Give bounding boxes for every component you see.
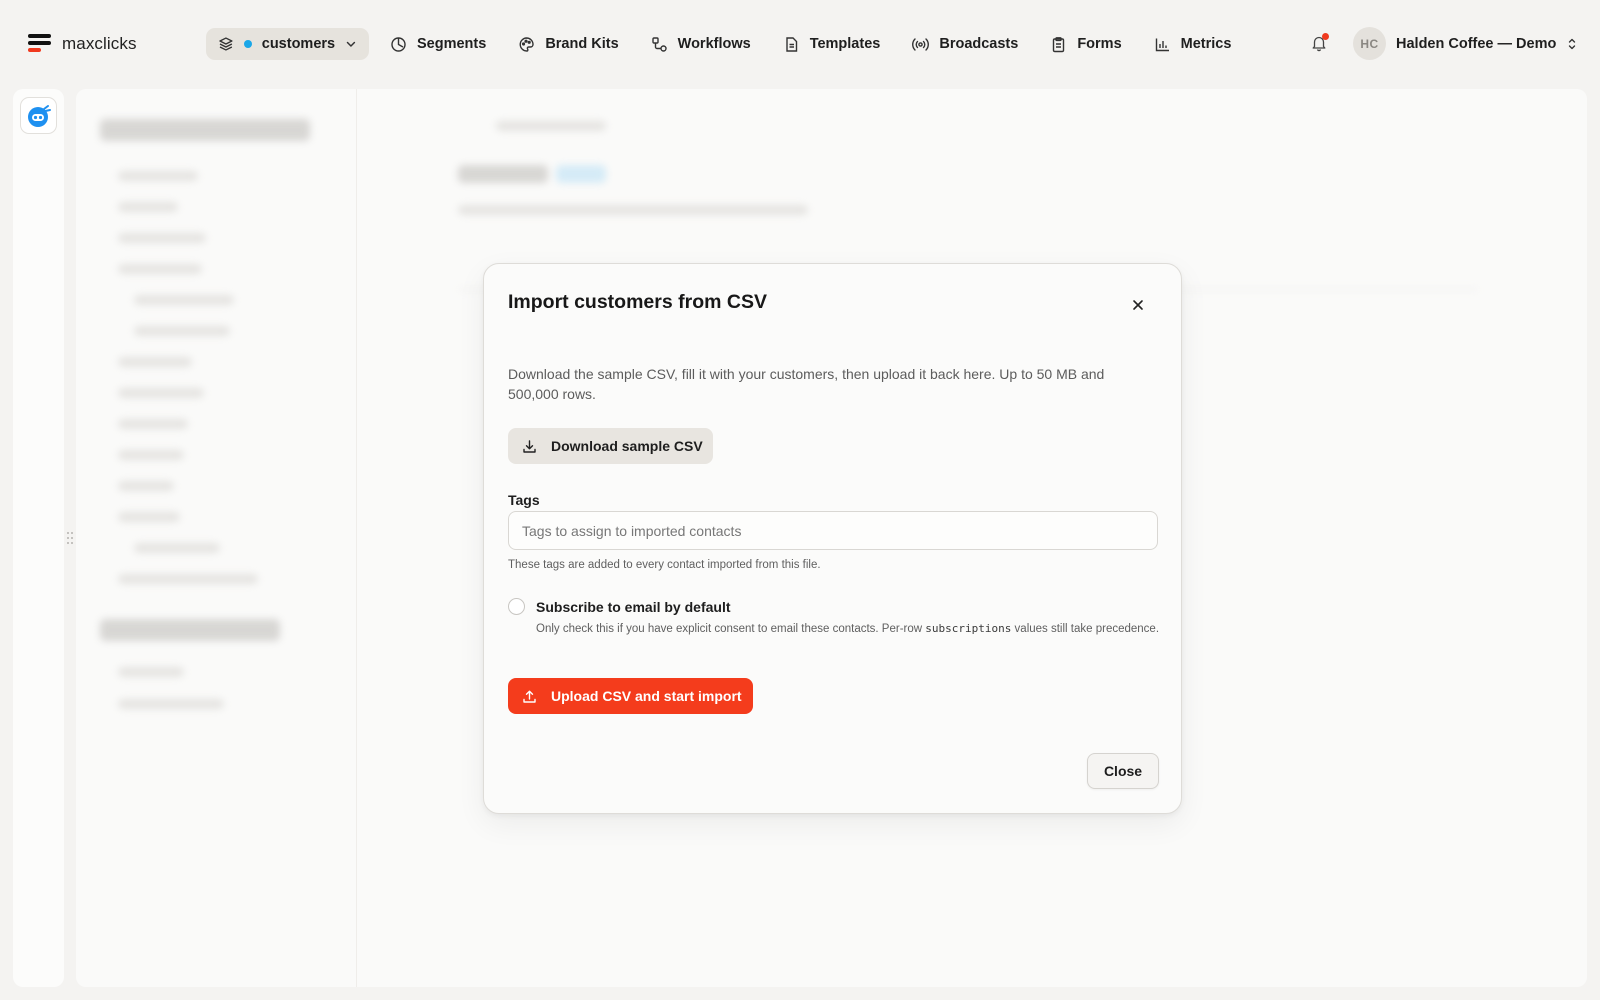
logo-mark-icon <box>28 34 52 54</box>
upload-csv-button[interactable]: Upload CSV and start import <box>508 678 753 714</box>
download-sample-csv-label: Download sample CSV <box>551 438 703 454</box>
broadcast-icon <box>912 37 930 51</box>
palette-icon <box>519 36 535 52</box>
nav-metrics[interactable]: Metrics <box>1154 36 1232 53</box>
bar-chart-icon <box>1155 38 1169 51</box>
nav-label: Segments <box>417 36 487 52</box>
nav-workflows[interactable]: Workflows <box>651 36 751 53</box>
subscriptions-code: subscriptions <box>925 622 1012 635</box>
top-bar: maxclicks customers Segments Brand Kits … <box>0 0 1600 88</box>
nav-label: Metrics <box>1180 36 1232 52</box>
workspace-switcher[interactable]: customers <box>206 28 369 60</box>
close-button[interactable]: Close <box>1087 753 1159 789</box>
close-icon[interactable] <box>1131 298 1145 312</box>
nav-segments[interactable]: Segments <box>390 36 486 53</box>
nav-label: Forms <box>1077 36 1122 52</box>
dialog-title: Import customers from CSV <box>508 291 767 313</box>
assistant-app-button[interactable] <box>20 97 57 134</box>
robot-assistant-icon <box>27 104 51 127</box>
segments-icon <box>391 36 406 52</box>
notifications-button[interactable] <box>1310 33 1330 54</box>
tags-input[interactable] <box>508 511 1158 550</box>
avatar: HC <box>1353 27 1386 60</box>
notification-badge <box>1322 33 1329 40</box>
subscribe-help-text: Only check this if you have explicit con… <box>536 621 1161 637</box>
subscribe-help-after: values still take precedence. <box>1011 623 1160 635</box>
tags-help-text: These tags are added to every contact im… <box>508 559 821 571</box>
workflow-icon <box>651 36 667 52</box>
download-sample-csv-button[interactable]: Download sample CSV <box>508 428 713 464</box>
nav-label: Templates <box>809 36 881 52</box>
chevron-down-icon <box>346 41 356 47</box>
app-logo[interactable]: maxclicks <box>28 34 137 54</box>
clipboard-icon <box>1053 36 1065 52</box>
import-csv-dialog: Import customers from CSV Download the s… <box>483 263 1182 814</box>
upload-csv-label: Upload CSV and start import <box>551 688 742 704</box>
download-icon <box>523 439 536 453</box>
account-name: Halden Coffee — Demo <box>1396 35 1557 52</box>
document-icon <box>785 36 797 52</box>
nav-forms[interactable]: Forms <box>1050 36 1122 53</box>
tags-label: Tags <box>508 492 540 508</box>
main-nav: Segments Brand Kits Workflows Templates … <box>390 28 1263 60</box>
subscribe-by-default-checkbox[interactable] <box>508 598 525 615</box>
account-switcher[interactable]: HC Halden Coffee — Demo <box>1353 27 1578 60</box>
upload-icon <box>523 690 536 703</box>
app-name: maxclicks <box>62 34 137 53</box>
nav-label: Workflows <box>677 36 751 52</box>
layers-icon <box>219 37 233 51</box>
resize-handle-icon[interactable] <box>66 531 74 545</box>
nav-brand-kits[interactable]: Brand Kits <box>518 36 619 53</box>
nav-templates[interactable]: Templates <box>783 36 881 53</box>
nav-broadcasts[interactable]: Broadcasts <box>912 36 1018 53</box>
nav-label: Broadcasts <box>939 36 1019 52</box>
close-button-label: Close <box>1103 763 1143 779</box>
side-rail <box>13 89 64 987</box>
subscribe-help-before: Only check this if you have explicit con… <box>536 623 926 635</box>
workspace-status-dot <box>243 40 252 48</box>
dialog-description: Download the sample CSV, fill it with yo… <box>508 366 1105 402</box>
workspace-label: customers <box>261 36 336 52</box>
chevron-up-down-icon <box>1569 38 1576 49</box>
nav-label: Brand Kits <box>545 36 619 52</box>
subscribe-by-default-label[interactable]: Subscribe to email by default <box>536 599 731 615</box>
